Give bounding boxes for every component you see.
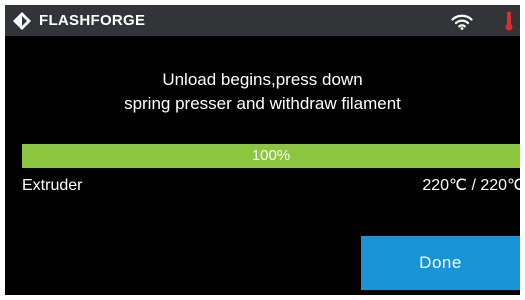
thermometer-icon — [505, 11, 513, 31]
unload-progress-bar: 100% — [22, 144, 520, 168]
extruder-label: Extruder — [22, 177, 83, 194]
done-button[interactable]: Done — [361, 236, 520, 290]
instruction-line-1: Unload begins,press down — [162, 70, 363, 89]
unload-instruction: Unload begins,press down spring presser … — [5, 68, 520, 116]
status-bar: FLASHFORGE — [5, 5, 520, 36]
extruder-temperature: 220℃ / 220℃ — [422, 177, 525, 194]
brand-logo: FLASHFORGE — [12, 11, 145, 31]
flashforge-logo-icon — [13, 12, 31, 30]
brand-name: FLASHFORGE — [39, 12, 146, 29]
instruction-line-2: spring presser and withdraw filament — [124, 94, 401, 113]
progress-label: 100% — [251, 147, 291, 164]
wifi-icon — [451, 14, 473, 30]
